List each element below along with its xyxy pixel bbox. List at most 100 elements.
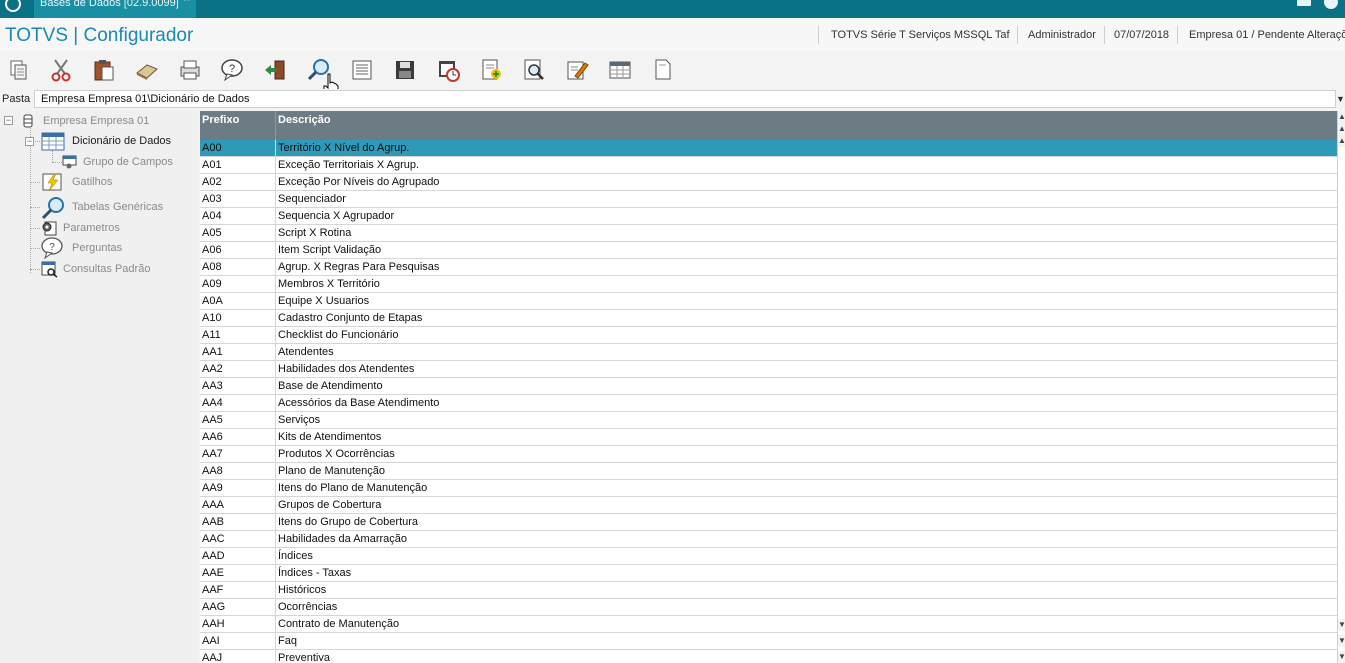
table-row[interactable]: AA7 Produtos X Ocorrências <box>200 446 1337 463</box>
tree-item-tabelas-genericas[interactable]: Tabelas Genéricas <box>72 201 163 213</box>
table-row[interactable]: AAD Índices <box>200 548 1337 565</box>
tree-item-gatilhos[interactable]: Gatilhos <box>72 176 112 188</box>
column-header-descricao[interactable]: Descrição <box>278 114 331 126</box>
cell-descricao: Exceção Territoriais X Agrup. <box>278 159 420 171</box>
parameters-icon <box>42 221 57 236</box>
cell-prefixo: AA2 <box>202 363 223 375</box>
table-row[interactable]: A00 Território X Nível do Agrup. <box>200 140 1337 157</box>
edit-button[interactable] <box>564 57 590 83</box>
table-row[interactable]: AA3 Base de Atendimento <box>200 378 1337 395</box>
table-row[interactable]: AAE Índices - Taxas <box>200 565 1337 582</box>
edit-icon <box>567 61 589 80</box>
table-row[interactable]: AA4 Acessórios da Base Atendimento <box>200 395 1337 412</box>
table-row[interactable]: AAG Ocorrências <box>200 599 1337 616</box>
table-row[interactable]: A11 Checklist do Funcionário <box>200 327 1337 344</box>
table-row[interactable]: AA6 Kits de Atendimentos <box>200 429 1337 446</box>
table-row[interactable]: AA8 Plano de Manutenção <box>200 463 1337 480</box>
table-row[interactable]: AAB Itens do Grupo de Cobertura <box>200 514 1337 531</box>
copy-button[interactable] <box>6 57 32 83</box>
folder-tree: − Empresa Empresa 01 − Dicionário de Dad… <box>0 111 198 663</box>
tree-toggle[interactable]: − <box>4 116 13 125</box>
table-row[interactable]: A02 Exceção Por Níveis do Agrupado <box>200 174 1337 191</box>
scroll-up-icon[interactable]: ▲ <box>1338 111 1345 123</box>
table-row[interactable]: A09 Membros X Território <box>200 276 1337 293</box>
table-row[interactable]: AAI Faq <box>200 633 1337 650</box>
tree-item-grupo-de-campos[interactable]: Grupo de Campos <box>83 156 173 168</box>
scroll-page-up-icon[interactable]: ▲ <box>1338 123 1345 135</box>
tree-item-label: Consultas Padrão <box>63 263 151 275</box>
chevron-down-icon[interactable]: ▼ <box>1336 91 1345 108</box>
search-icon <box>307 59 329 81</box>
cell-descricao: Contrato de Manutenção <box>278 618 400 630</box>
help-button[interactable]: ? <box>219 57 245 83</box>
list-button[interactable] <box>349 57 375 83</box>
svg-text:?: ? <box>229 63 235 75</box>
table-row[interactable]: AAA Grupos de Cobertura <box>200 497 1337 514</box>
save-button[interactable] <box>392 57 418 83</box>
cell-prefixo: A11 <box>202 329 221 341</box>
tree-item-label: Tabelas Genéricas <box>72 201 164 213</box>
cell-prefixo: A0A <box>202 295 223 307</box>
table-row[interactable]: AA9 Itens do Plano de Manutenção <box>200 480 1337 497</box>
cell-descricao: Habilidades dos Atendentes <box>278 363 415 375</box>
table-row[interactable]: AA5 Serviços <box>200 412 1337 429</box>
scroll-down-icon[interactable]: ▼ <box>1338 651 1345 663</box>
table-row[interactable]: A10 Cadastro Conjunto de Etapas <box>200 310 1337 327</box>
table-button[interactable] <box>607 57 633 83</box>
tree-toggle[interactable]: − <box>25 137 34 146</box>
tree-item-root[interactable]: Empresa Empresa 01 <box>43 115 149 127</box>
tree-item-consultas-padrao[interactable]: Consultas Padrão <box>63 263 150 275</box>
table-row[interactable]: A06 Item Script Validação <box>200 242 1337 259</box>
tree-item-dicionario-de-dados[interactable]: Dicionário de Dados <box>72 135 171 147</box>
cell-descricao: Preventiva <box>278 652 330 663</box>
print-button[interactable] <box>177 57 203 83</box>
mail-icon[interactable] <box>1297 0 1311 6</box>
table-row[interactable]: A01 Exceção Territoriais X Agrup. <box>200 157 1337 174</box>
tree-item-parametros[interactable]: Parametros <box>63 222 120 234</box>
table-row[interactable]: A04 Sequencia X Agrupador <box>200 208 1337 225</box>
preview-button[interactable] <box>521 57 547 83</box>
table-row[interactable]: AAJ Preventiva <box>200 650 1337 663</box>
table-row[interactable]: AAC Habilidades da Amarração <box>200 531 1337 548</box>
path-field[interactable]: Empresa Empresa 01\Dicionário de Dados <box>34 90 1336 108</box>
tab-label: Bases de Dados [02.9.0099] <box>40 0 179 9</box>
paste-button[interactable] <box>91 57 117 83</box>
cell-prefixo: AA4 <box>202 397 223 409</box>
table-row[interactable]: AAH Contrato de Manutenção <box>200 616 1337 633</box>
tab-bases-de-dados[interactable]: Bases de Dados [02.9.0099] × <box>34 0 196 18</box>
cell-prefixo: AAC <box>202 533 225 545</box>
path-value: Empresa Empresa 01\Dicionário de Dados <box>41 93 250 105</box>
tree-item-label: Gatilhos <box>72 176 113 188</box>
tree-item-perguntas[interactable]: Perguntas <box>72 242 122 254</box>
cell-prefixo: A00 <box>202 142 222 154</box>
table-row[interactable]: AA1 Atendentes <box>200 344 1337 361</box>
cell-prefixo: AAH <box>202 618 225 630</box>
cell-descricao: Cadastro Conjunto de Etapas <box>278 312 423 324</box>
cell-prefixo: AAA <box>202 499 225 511</box>
vertical-scrollbar[interactable]: ▲ ▲ ▲ ▼ ▼ ▼ <box>1337 111 1345 663</box>
eraser-button[interactable] <box>134 57 160 83</box>
cell-prefixo: AA6 <box>202 431 223 443</box>
table-row[interactable]: A08 Agrup. X Regras Para Pesquisas <box>200 259 1337 276</box>
table-row[interactable]: AAF Históricos <box>200 582 1337 599</box>
cell-descricao: Item Script Validação <box>278 244 382 256</box>
scroll-page-down-icon[interactable]: ▼ <box>1338 635 1345 647</box>
exit-button[interactable] <box>262 57 288 83</box>
table-row[interactable]: A0A Equipe X Usuarios <box>200 293 1337 310</box>
scroll-step-up-icon[interactable]: ▲ <box>1338 135 1345 147</box>
add-document-button[interactable] <box>478 57 504 83</box>
cut-button[interactable] <box>48 57 74 83</box>
help-circle-icon[interactable] <box>1324 0 1338 9</box>
table-row[interactable]: AA2 Habilidades dos Atendentes <box>200 361 1337 378</box>
table-row[interactable]: A05 Script X Rotina <box>200 225 1337 242</box>
grid-header: Prefixo Descrição <box>200 111 1337 140</box>
table-row[interactable]: A03 Sequenciador <box>200 191 1337 208</box>
cut-icon <box>51 59 71 82</box>
column-header-prefixo[interactable]: Prefixo <box>202 114 239 126</box>
scroll-step-down-icon[interactable]: ▼ <box>1338 619 1345 631</box>
cell-descricao: Itens do Plano de Manutenção <box>278 482 428 494</box>
schedule-button[interactable] <box>436 57 462 83</box>
search-button[interactable] <box>306 57 332 83</box>
blank-page-button[interactable] <box>650 57 676 83</box>
tab-close-icon[interactable]: × <box>184 0 190 5</box>
